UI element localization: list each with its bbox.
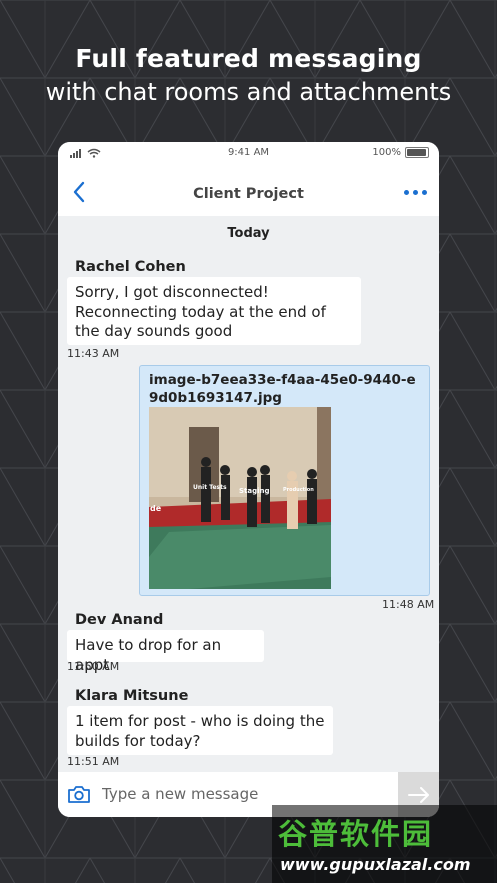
image-corner-text: de [150, 504, 162, 513]
message-sender: Dev Anand [75, 612, 164, 628]
image-label-production: Production [283, 487, 314, 493]
phone-screen: 9:41 AM 100% Client Project Today Rachel… [58, 142, 439, 817]
nav-bar: Client Project [58, 164, 439, 216]
message-bubble[interactable]: Sorry, I got disconnected! Reconnecting … [67, 277, 361, 345]
headline-title: Full featured messaging [75, 44, 422, 73]
image-label-unit-tests: Unit Tests [193, 484, 227, 491]
headline-subtitle: with chat rooms and attachments [45, 78, 452, 106]
attachment-bubble[interactable]: image-b7eea33e-f4aa-45e0-9440-e9d0b16931… [139, 365, 430, 596]
battery-icon [405, 147, 429, 158]
message-bubble[interactable]: Have to drop for an appt [67, 630, 264, 674]
chat-title: Client Project [193, 186, 304, 202]
site-watermark: 谷普软件园 www.gupuxlazal.com [272, 805, 497, 883]
more-dots-icon[interactable] [404, 190, 427, 195]
camera-icon[interactable] [67, 784, 91, 808]
battery-indicator: 100% [372, 147, 429, 158]
image-label-staging: Staging [239, 487, 270, 495]
attachment-filename[interactable]: image-b7eea33e-f4aa-45e0-9440-e9d0b16931… [149, 371, 419, 407]
day-separator: Today [227, 226, 270, 241]
message-timestamp: 11:50 AM [67, 660, 120, 673]
message-timestamp: 11:43 AM [67, 347, 120, 360]
message-bubble[interactable]: 1 item for post - who is doing the build… [67, 706, 333, 755]
battery-percent: 100% [372, 147, 401, 158]
message-input[interactable] [102, 780, 392, 808]
message-sender: Klara Mitsune [75, 688, 189, 704]
message-timestamp: 11:51 AM [67, 755, 120, 768]
message-sender: Rachel Cohen [75, 259, 186, 275]
watermark-title: 谷普软件园 [278, 817, 434, 851]
status-bar: 9:41 AM 100% [58, 142, 439, 164]
promo-headline: Full featured messaging with chat rooms … [0, 42, 497, 108]
watermark-url: www.gupuxlazal.com [280, 855, 471, 874]
message-timestamp: 11:48 AM [382, 598, 435, 611]
attachment-image[interactable]: Unit Tests Staging Production de [149, 407, 331, 589]
